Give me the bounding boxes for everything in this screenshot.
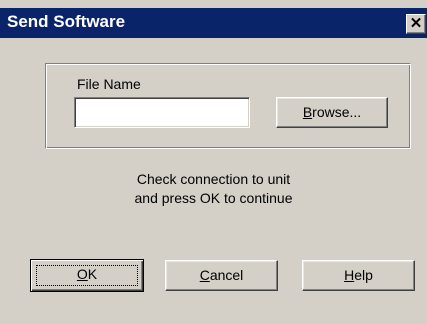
- browse-mnemonic: B: [302, 104, 313, 120]
- message-line-1: Check connection to unit: [136, 171, 291, 187]
- browse-button[interactable]: Browse...: [276, 97, 388, 128]
- ok-mnemonic: O: [76, 266, 88, 282]
- cancel-label-rest: ancel: [209, 267, 244, 283]
- instruction-message: Check connection to unit and press OK to…: [0, 170, 427, 208]
- file-name-group: File Name Browse...: [45, 63, 411, 149]
- close-icon: ✕: [409, 15, 423, 32]
- send-software-dialog: Send Software ✕ File Name Browse... Chec…: [0, 0, 427, 324]
- file-name-label: File Name: [77, 76, 141, 92]
- message-line-2: and press OK to continue: [134, 190, 293, 206]
- cancel-mnemonic: C: [199, 267, 210, 283]
- title-bar[interactable]: Send Software ✕: [0, 8, 427, 38]
- help-label-rest: elp: [354, 267, 373, 283]
- ok-label-rest: K: [87, 266, 98, 282]
- window-title: Send Software: [7, 12, 126, 31]
- help-mnemonic: H: [344, 267, 355, 283]
- file-name-input[interactable]: [74, 97, 250, 128]
- close-button[interactable]: ✕: [406, 14, 426, 34]
- ok-button[interactable]: OK: [30, 259, 144, 292]
- help-button[interactable]: Help: [302, 260, 415, 291]
- browse-label-rest: rowse...: [312, 104, 362, 120]
- cancel-button[interactable]: Cancel: [165, 260, 278, 291]
